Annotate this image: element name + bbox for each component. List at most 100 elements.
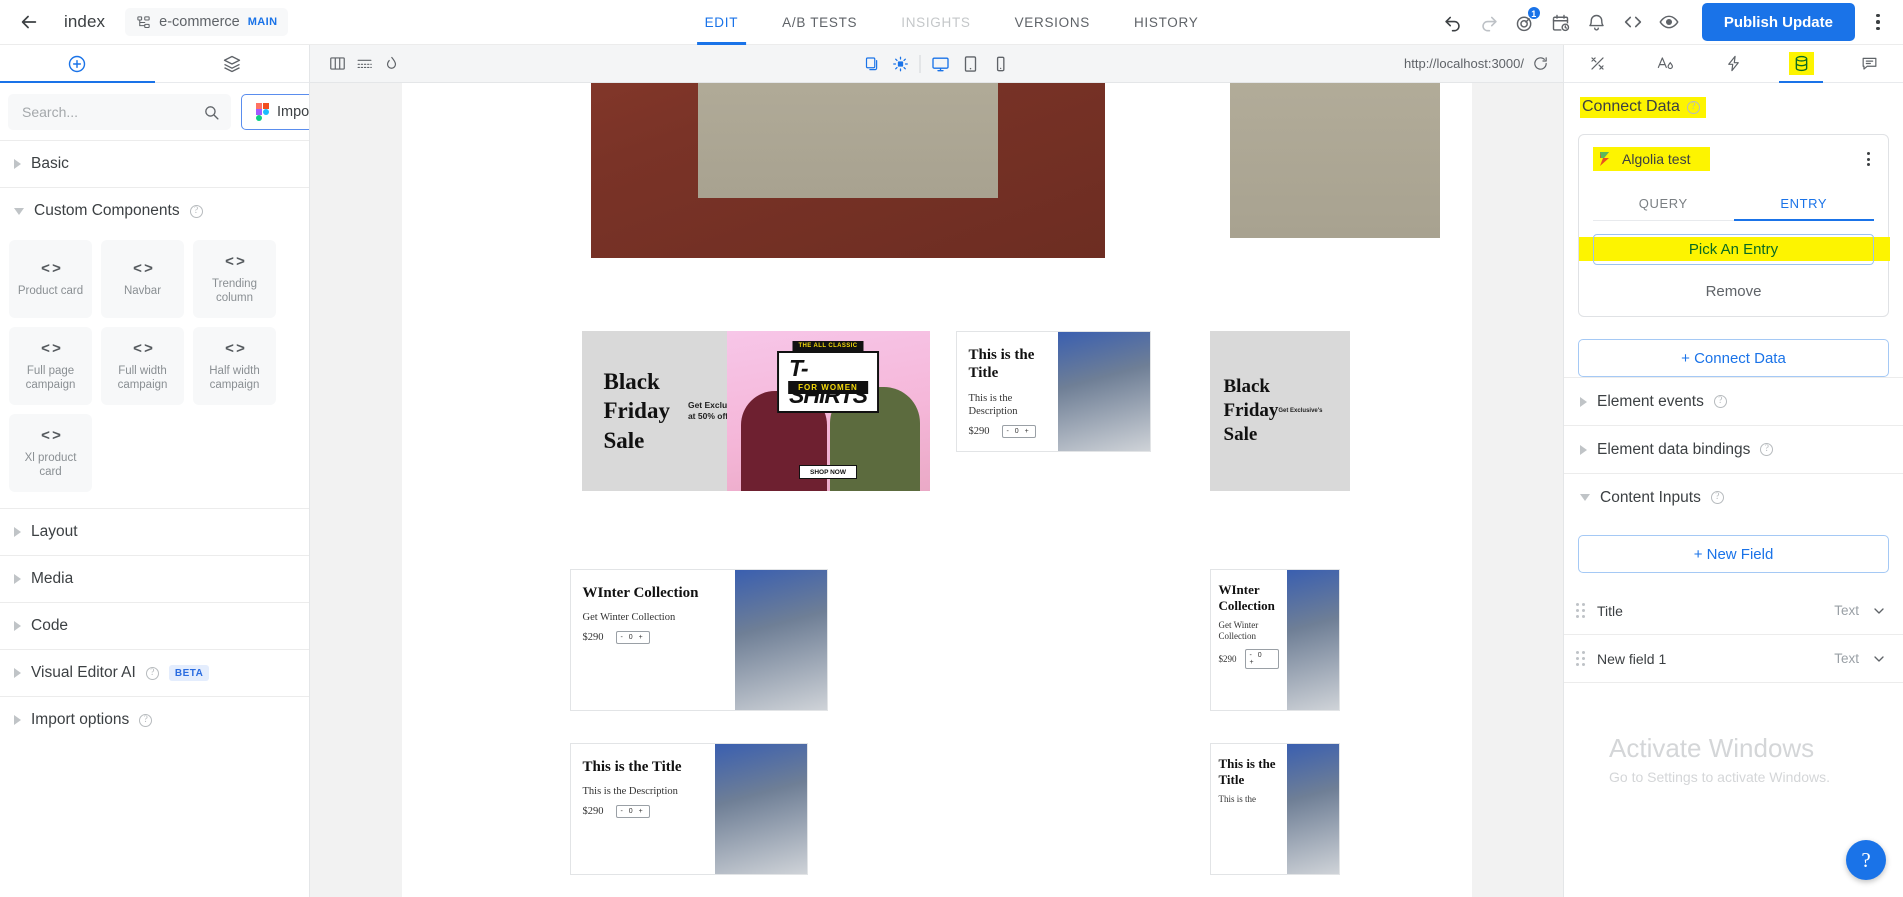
product-card[interactable]: This is the Title This is the Descriptio…	[955, 331, 1151, 452]
help-icon[interactable]: ?	[145, 666, 159, 680]
columns-icon[interactable]	[328, 54, 347, 73]
left-tab-insert[interactable]	[0, 45, 155, 83]
help-icon[interactable]: ?	[1760, 443, 1774, 456]
product-card[interactable]: WInter Collection Get Winter Collection …	[1209, 569, 1340, 711]
component-xl-product-card[interactable]: < > Xl product card	[9, 414, 92, 492]
preview-button[interactable]	[1652, 5, 1686, 39]
secondary-hero-image	[1229, 83, 1440, 238]
section-media[interactable]: Media	[0, 555, 309, 602]
field-row[interactable]: Title Text	[1564, 587, 1903, 635]
connect-data-button[interactable]: + Connect Data	[1578, 339, 1889, 377]
spacing-icon[interactable]	[355, 54, 374, 73]
section-custom-components[interactable]: Custom Components ?	[0, 187, 309, 234]
secondary-bf-banner[interactable]: Black Friday Sale Get Exclusive's	[1209, 331, 1350, 491]
copy-layers-icon[interactable]	[863, 55, 881, 73]
kebab-dot	[1876, 26, 1880, 31]
tab-versions[interactable]: VERSIONS	[993, 0, 1112, 45]
tablet-icon[interactable]	[960, 54, 980, 74]
top-bar-left: index e-commerce MAIN	[0, 5, 289, 39]
quantity-stepper[interactable]: - 0 +	[1244, 649, 1279, 670]
mobile-icon[interactable]	[990, 54, 1010, 74]
back-button[interactable]	[12, 5, 46, 39]
notifications-button[interactable]	[1580, 5, 1614, 39]
section-code[interactable]: Code	[0, 602, 309, 649]
component-trending-column[interactable]: < > Trending column	[193, 240, 276, 318]
search-icon[interactable]	[203, 104, 220, 121]
help-icon[interactable]: ?	[1713, 395, 1727, 408]
search-box[interactable]	[8, 94, 231, 130]
section-custom-components-label: Custom Components	[34, 202, 180, 219]
right-panel-content[interactable]: Connect Data ? Algolia test QUERY ENTRY …	[1564, 83, 1903, 897]
component-half-width-campaign[interactable]: < > Half width campaign	[193, 327, 276, 405]
component-product-card[interactable]: < > Product card	[9, 240, 92, 318]
section-layout[interactable]: Layout	[0, 508, 309, 555]
right-tab-styles[interactable]	[1564, 45, 1632, 82]
space-chip[interactable]: e-commerce MAIN	[125, 8, 289, 36]
tab-edit[interactable]: EDIT	[683, 0, 761, 45]
tab-ab-tests[interactable]: A/B TESTS	[760, 0, 879, 45]
drag-handle-icon[interactable]	[1576, 651, 1585, 666]
component-full-width-campaign[interactable]: < > Full width campaign	[101, 327, 184, 405]
desktop-icon[interactable]	[930, 54, 950, 74]
tab-query[interactable]: QUERY	[1593, 187, 1734, 220]
section-basic[interactable]: Basic	[0, 140, 309, 187]
section-visual-editor-ai[interactable]: Visual Editor AI ? BETA	[0, 649, 309, 696]
help-icon[interactable]: ?	[189, 204, 203, 218]
card-desc: This is the Description	[582, 786, 678, 798]
app-root: index e-commerce MAIN EDIT A/B TESTS INS…	[0, 0, 1903, 897]
datasource-menu-button[interactable]	[1863, 148, 1874, 170]
quantity-stepper[interactable]: - 0 +	[615, 630, 650, 644]
undo-button[interactable]	[1436, 5, 1470, 39]
tab-history[interactable]: HISTORY	[1112, 0, 1220, 45]
new-field-button[interactable]: + New Field	[1578, 535, 1889, 573]
drag-handle-icon[interactable]	[1576, 603, 1585, 618]
left-tab-layers[interactable]	[155, 45, 310, 82]
right-tab-data[interactable]	[1767, 45, 1835, 83]
code-view-button[interactable]	[1616, 5, 1650, 39]
hero-banner[interactable]: Heading for your cover Describe your pro…	[590, 83, 1105, 258]
heat-icon[interactable]	[382, 54, 401, 73]
right-tab-typography[interactable]	[1632, 45, 1700, 82]
hero-image	[697, 83, 998, 198]
page-title: index	[64, 12, 106, 31]
section-content-inputs[interactable]: Content Inputs ?	[1564, 473, 1903, 521]
help-fab-button[interactable]: ?	[1846, 840, 1886, 880]
section-element-events[interactable]: Element events ?	[1564, 377, 1903, 425]
product-card[interactable]: This is the Title This is the Descriptio…	[569, 743, 808, 875]
help-icon[interactable]: ?	[139, 713, 153, 727]
reload-icon[interactable]	[1532, 55, 1549, 72]
schedule-button[interactable]	[1544, 5, 1578, 39]
help-icon[interactable]: ?	[1710, 491, 1724, 504]
more-options-button[interactable]	[1863, 13, 1893, 31]
pick-an-entry-button[interactable]: Pick An Entry	[1593, 234, 1874, 265]
tab-entry[interactable]: ENTRY	[1733, 187, 1875, 221]
field-row[interactable]: New field 1 Text	[1564, 635, 1903, 683]
section-import-options[interactable]: Import options ?	[0, 696, 309, 743]
component-navbar[interactable]: < > Navbar	[101, 240, 184, 318]
import-button[interactable]: Import	[241, 94, 309, 130]
left-panel-sections[interactable]: Basic Custom Components ? < > Product ca…	[0, 140, 309, 897]
targeting-button[interactable]: 1	[1508, 5, 1542, 39]
black-friday-banner[interactable]: Black Friday Sale Get Exclusive's at 50%…	[581, 331, 930, 491]
chevron-down-icon[interactable]	[1871, 651, 1887, 667]
canvas-viewport[interactable]: Heading for your cover Describe your pro…	[310, 83, 1563, 897]
search-input[interactable]	[22, 104, 203, 120]
right-tab-actions[interactable]	[1700, 45, 1768, 82]
component-full-page-campaign[interactable]: < > Full page campaign	[9, 327, 92, 405]
card-image	[1286, 744, 1339, 874]
page-preview[interactable]: Heading for your cover Describe your pro…	[401, 83, 1472, 897]
product-card[interactable]: This is the Title This is the	[1209, 743, 1340, 875]
right-tab-comments[interactable]	[1835, 45, 1903, 82]
bf-for-label: FOR WOMEN	[788, 381, 868, 394]
publish-update-button[interactable]: Publish Update	[1701, 3, 1855, 41]
quantity-stepper[interactable]: - 0 +	[1001, 424, 1036, 438]
help-icon[interactable]: ?	[1686, 100, 1700, 114]
chevron-down-icon[interactable]	[1871, 603, 1887, 619]
redo-button[interactable]	[1472, 5, 1506, 39]
remove-datasource-button[interactable]: Remove	[1579, 283, 1888, 300]
product-card[interactable]: WInter Collection Get Winter Collection …	[569, 569, 828, 711]
bf-cta[interactable]: SHOP NOW	[799, 465, 857, 479]
highlight-icon[interactable]	[891, 55, 909, 73]
quantity-stepper[interactable]: - 0 +	[615, 804, 650, 818]
section-element-data-bindings[interactable]: Element data bindings ?	[1564, 425, 1903, 473]
